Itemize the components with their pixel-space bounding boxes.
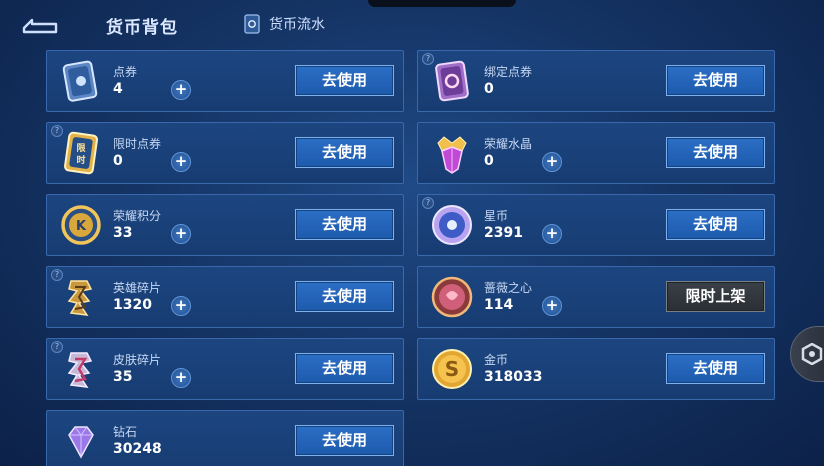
currency-value: 4 xyxy=(113,81,123,97)
currency-card-rose-heart: 蔷薇之心 114 + 限时上架 xyxy=(417,266,775,328)
currency-name: 皮肤碎片 xyxy=(113,353,162,367)
svg-text:限: 限 xyxy=(76,143,86,154)
add-glory-points-button[interactable]: + xyxy=(171,224,191,244)
currency-value: 35 xyxy=(113,369,133,385)
glory-crystal-icon xyxy=(437,136,467,174)
currency-name: 英雄碎片 xyxy=(113,281,162,295)
currency-name: 蔷薇之心 xyxy=(484,281,533,295)
currency-value: 0 xyxy=(113,153,123,169)
svg-text:K: K xyxy=(76,219,87,234)
hero-fragment-icon xyxy=(67,280,93,316)
use-diamond-button[interactable]: 去使用 xyxy=(295,425,394,456)
svg-text:时: 时 xyxy=(76,154,85,166)
star-coin-icon xyxy=(432,205,472,245)
ticket-icon xyxy=(62,60,98,102)
currency-value: 30248 xyxy=(113,441,162,457)
currency-name: 荣耀积分 xyxy=(113,209,162,223)
add-star-coin-button[interactable]: + xyxy=(542,224,562,244)
currency-name: 绑定点券 xyxy=(484,65,533,79)
back-arrow-icon[interactable] xyxy=(18,12,62,36)
currency-card-ticket: 点券 4 + 去使用 xyxy=(46,50,404,112)
use-glory-crystal-button[interactable]: 去使用 xyxy=(666,137,765,168)
currency-name: 荣耀水晶 xyxy=(484,137,533,151)
use-glory-points-button[interactable]: 去使用 xyxy=(295,209,394,240)
use-skin-fragment-button[interactable]: 去使用 xyxy=(295,353,394,384)
currency-name: 金币 xyxy=(484,353,509,367)
currency-card-glory-points: K 荣耀积分 33 + 去使用 xyxy=(46,194,404,256)
rose-heart-icon xyxy=(431,276,473,318)
currency-value: 2391 xyxy=(484,225,523,241)
currency-name: 点券 xyxy=(113,65,138,79)
currency-value: 0 xyxy=(484,153,494,169)
gold-coin-icon: S xyxy=(432,349,472,389)
currency-name: 星币 xyxy=(484,209,509,223)
currency-flow-label: 货币流水 xyxy=(269,17,325,33)
currency-card-gold-coin: S 金币 318033 去使用 xyxy=(417,338,775,400)
currency-card-star-coin: ? 星币 2391 + 去使用 xyxy=(417,194,775,256)
skin-fragment-icon xyxy=(67,352,93,388)
page-title: 货币背包 xyxy=(106,18,178,38)
currency-card-skin-fragment: ? 皮肤碎片 35 + 去使用 xyxy=(46,338,404,400)
currency-value: 114 xyxy=(484,297,514,313)
add-hero-fragment-button[interactable]: + xyxy=(171,296,191,316)
diamond-icon xyxy=(68,426,94,459)
currency-value: 318033 xyxy=(484,369,543,385)
currency-value: 0 xyxy=(484,81,494,97)
use-limited-ticket-button[interactable]: 去使用 xyxy=(295,137,394,168)
glory-points-icon: K xyxy=(61,205,101,245)
currency-card-diamond: 钻石 30248 去使用 xyxy=(46,410,404,466)
add-rose-heart-button[interactable]: + xyxy=(542,296,562,316)
use-star-coin-button[interactable]: 去使用 xyxy=(666,209,765,240)
add-glory-crystal-button[interactable]: + xyxy=(542,152,562,172)
use-ticket-button[interactable]: 去使用 xyxy=(295,65,394,96)
hexagon-icon xyxy=(801,343,823,365)
currency-flow-link[interactable]: 货币流水 xyxy=(243,14,325,34)
svg-text:S: S xyxy=(445,357,459,381)
currency-name: 限时点券 xyxy=(113,137,162,151)
side-menu-button[interactable] xyxy=(790,326,824,382)
use-hero-fragment-button[interactable]: 去使用 xyxy=(295,281,394,312)
currency-card-limited-ticket: ? 限 时 限时点券 0 + 去使用 xyxy=(46,122,404,184)
use-bound-ticket-button[interactable]: 去使用 xyxy=(666,65,765,96)
bound-ticket-icon xyxy=(435,60,469,102)
currency-name: 钻石 xyxy=(113,425,138,439)
limited-time-button[interactable]: 限时上架 xyxy=(666,281,765,312)
add-limited-ticket-button[interactable]: + xyxy=(171,152,191,172)
currency-card-glory-crystal: 荣耀水晶 0 + 去使用 xyxy=(417,122,775,184)
top-notch xyxy=(368,0,516,7)
use-gold-coin-button[interactable]: 去使用 xyxy=(666,353,765,384)
add-skin-fragment-button[interactable]: + xyxy=(171,368,191,388)
currency-card-hero-fragment: ? 英雄碎片 1320 + 去使用 xyxy=(46,266,404,328)
ledger-icon xyxy=(244,14,260,34)
add-ticket-button[interactable]: + xyxy=(171,80,191,100)
currency-value: 33 xyxy=(113,225,133,241)
limited-ticket-icon: 限 时 xyxy=(64,131,98,175)
currency-card-bound-ticket: ? 绑定点券 0 去使用 xyxy=(417,50,775,112)
currency-value: 1320 xyxy=(113,297,152,313)
